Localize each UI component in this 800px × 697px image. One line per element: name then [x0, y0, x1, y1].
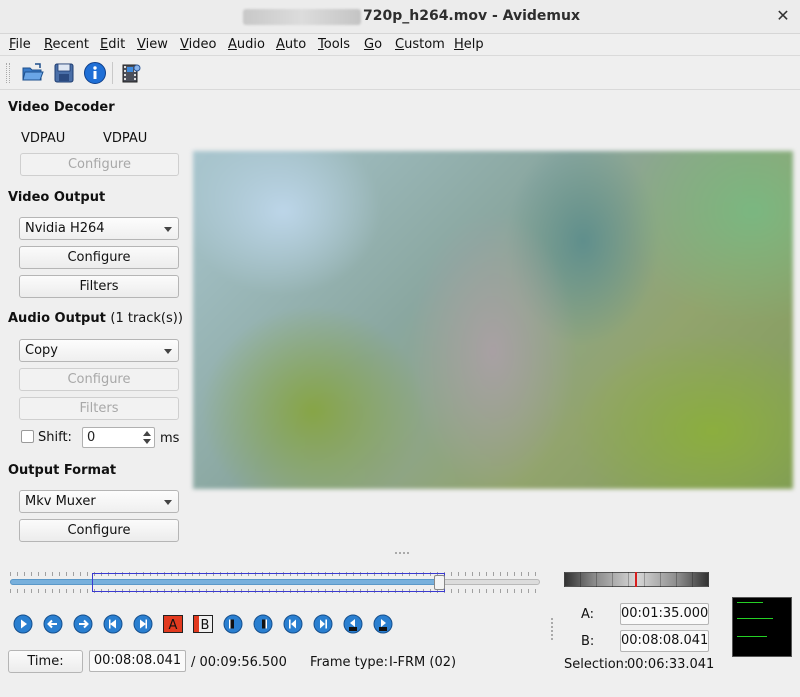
toolbar-separator [112, 62, 113, 84]
play-icon[interactable] [13, 614, 33, 634]
marker-b-glyph: B [201, 618, 210, 633]
stepper-down-icon[interactable] [143, 439, 151, 444]
video-filters-button[interactable]: Filters [19, 275, 179, 298]
video-configure-button[interactable]: Configure [19, 246, 179, 269]
audio-track-count: (1 track(s)) [110, 311, 183, 326]
video-codec-value: Nvidia H264 [25, 221, 105, 236]
window-title: 720p_h264.mov - Avidemux [363, 8, 581, 24]
video-decoder-heading: Video Decoder [8, 100, 115, 115]
menu-file[interactable]: File [9, 37, 31, 52]
timeline-selection [92, 573, 445, 592]
menu-bar: File Recent Edit View Video Audio Auto T… [0, 34, 800, 56]
frame-type-label: Frame type: [310, 655, 389, 670]
shift-label: Shift: [38, 430, 72, 445]
splitter-handle[interactable] [395, 552, 409, 554]
audio-filters-button[interactable]: Filters [19, 397, 179, 420]
jog-center-mark [635, 572, 637, 587]
title-bar: 720p_h264.mov - Avidemux ✕ [0, 0, 800, 34]
set-marker-b-button[interactable]: B [193, 615, 213, 633]
selection-time: 00:06:33.041 [627, 657, 715, 672]
shift-unit: ms [160, 431, 180, 446]
film-settings-icon[interactable] [119, 61, 143, 85]
redacted-filename [243, 9, 361, 25]
decoder-name-value: VDPAU [103, 131, 148, 146]
audio-output-heading: Audio Output (1 track(s)) [8, 311, 183, 326]
prev-keyframe-icon[interactable] [283, 614, 303, 634]
open-folder-icon[interactable] [21, 61, 45, 85]
meter-line [737, 618, 773, 619]
current-time-field[interactable]: 00:08:08.041 [89, 650, 186, 672]
menu-help[interactable]: Help [454, 37, 484, 52]
frame-type-value: I-FRM (02) [389, 655, 457, 670]
audio-meter [732, 597, 792, 657]
chevron-down-icon [164, 349, 172, 354]
marker-b-time[interactable]: 00:08:08.041 [620, 630, 709, 652]
menu-view[interactable]: View [137, 37, 168, 52]
goto-marker-b-icon[interactable] [253, 614, 273, 634]
prev-black-frame-icon[interactable] [343, 614, 363, 634]
video-preview [193, 151, 793, 489]
menu-auto[interactable]: Auto [276, 37, 306, 52]
stepper-up-icon[interactable] [143, 431, 151, 436]
muxer-configure-button[interactable]: Configure [19, 519, 179, 542]
audio-codec-select[interactable]: Copy [19, 339, 179, 362]
marker-a-glyph: A [169, 618, 178, 633]
menu-go[interactable]: Go [364, 37, 382, 52]
prev-frame-icon[interactable] [103, 614, 123, 634]
menu-edit[interactable]: Edit [100, 37, 125, 52]
decoder-name-label: VDPAU [21, 131, 66, 146]
set-marker-a-button[interactable]: A [163, 615, 183, 633]
video-output-heading: Video Output [8, 190, 106, 205]
decoder-configure-button[interactable]: Configure [20, 153, 179, 176]
shift-checkbox[interactable] [21, 430, 34, 443]
menu-video[interactable]: Video [180, 37, 216, 52]
marker-a-time[interactable]: 00:01:35.000 [620, 603, 709, 625]
close-icon[interactable]: ✕ [773, 6, 793, 26]
chevron-down-icon [164, 227, 172, 232]
meter-line [737, 602, 763, 603]
panel-separator [551, 618, 553, 640]
muxer-select[interactable]: Mkv Muxer [19, 490, 179, 513]
video-codec-select[interactable]: Nvidia H264 [19, 217, 179, 240]
toolbar-grip[interactable] [6, 63, 10, 83]
forward-icon[interactable] [73, 614, 93, 634]
timeline-handle[interactable] [434, 575, 446, 590]
next-frame-icon[interactable] [133, 614, 153, 634]
audio-configure-button[interactable]: Configure [19, 368, 179, 391]
menu-audio[interactable]: Audio [228, 37, 265, 52]
total-time: / 00:09:56.500 [191, 655, 287, 670]
meter-line [737, 636, 767, 637]
goto-marker-a-icon[interactable] [223, 614, 243, 634]
audio-codec-value: Copy [25, 343, 58, 358]
marker-a-label: A: [581, 607, 595, 622]
menu-tools[interactable]: Tools [318, 37, 350, 52]
selection-label: Selection: [564, 657, 629, 672]
rewind-icon[interactable] [43, 614, 63, 634]
chevron-down-icon [164, 500, 172, 505]
next-keyframe-icon[interactable] [313, 614, 333, 634]
output-format-heading: Output Format [8, 463, 117, 478]
menu-custom[interactable]: Custom [395, 37, 445, 52]
marker-b-label: B: [581, 634, 595, 649]
menu-recent[interactable]: Recent [44, 37, 89, 52]
save-icon[interactable] [52, 61, 76, 85]
next-black-frame-icon[interactable] [373, 614, 393, 634]
info-icon[interactable] [83, 61, 107, 85]
muxer-value: Mkv Muxer [25, 494, 96, 509]
shift-stepper[interactable] [140, 427, 154, 448]
toolbar [0, 56, 800, 90]
time-button[interactable]: Time: [8, 650, 83, 673]
